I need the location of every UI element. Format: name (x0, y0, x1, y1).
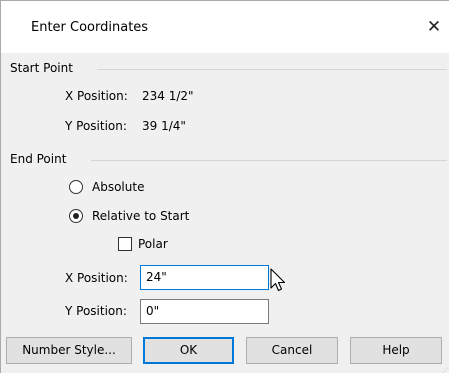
relative-to-start-radio[interactable] (69, 209, 83, 223)
relative-to-start-radio-label[interactable]: Relative to Start (92, 209, 189, 223)
start-point-divider (97, 69, 447, 70)
end-y-position-label: Y Position: (65, 304, 127, 318)
start-x-position-label: X Position: (65, 89, 128, 103)
start-y-position-label: Y Position: (65, 119, 127, 133)
start-y-position-value: 39 1/4" (142, 119, 186, 133)
end-y-position-input[interactable]: 0" (140, 299, 269, 324)
polar-checkbox[interactable] (118, 237, 132, 251)
end-x-position-input[interactable]: 24" (140, 265, 269, 290)
end-point-group-label: End Point (10, 152, 73, 166)
title-bar: Enter Coordinates ✕ (1, 1, 450, 53)
ok-button[interactable]: OK (143, 337, 234, 364)
mouse-pointer-icon (270, 268, 286, 297)
close-button[interactable]: ✕ (419, 10, 449, 44)
cancel-button[interactable]: Cancel (246, 337, 338, 364)
dialog-title: Enter Coordinates (31, 20, 149, 35)
enter-coordinates-dialog: Enter Coordinates ✕ Start Point X Positi… (0, 0, 450, 374)
resize-grip-icon[interactable]: ⋰ (442, 367, 448, 374)
start-x-position-value: 234 1/2" (142, 89, 194, 103)
polar-checkbox-label[interactable]: Polar (138, 237, 168, 251)
close-icon: ✕ (426, 17, 442, 37)
radio-selected-dot (73, 213, 79, 219)
absolute-radio-label[interactable]: Absolute (92, 180, 144, 194)
end-point-divider (91, 160, 447, 161)
absolute-radio[interactable] (69, 180, 83, 194)
start-point-group-label: Start Point (10, 61, 79, 75)
end-x-position-label: X Position: (65, 271, 128, 285)
number-style-button[interactable]: Number Style... (6, 337, 132, 364)
help-button[interactable]: Help (350, 337, 442, 364)
